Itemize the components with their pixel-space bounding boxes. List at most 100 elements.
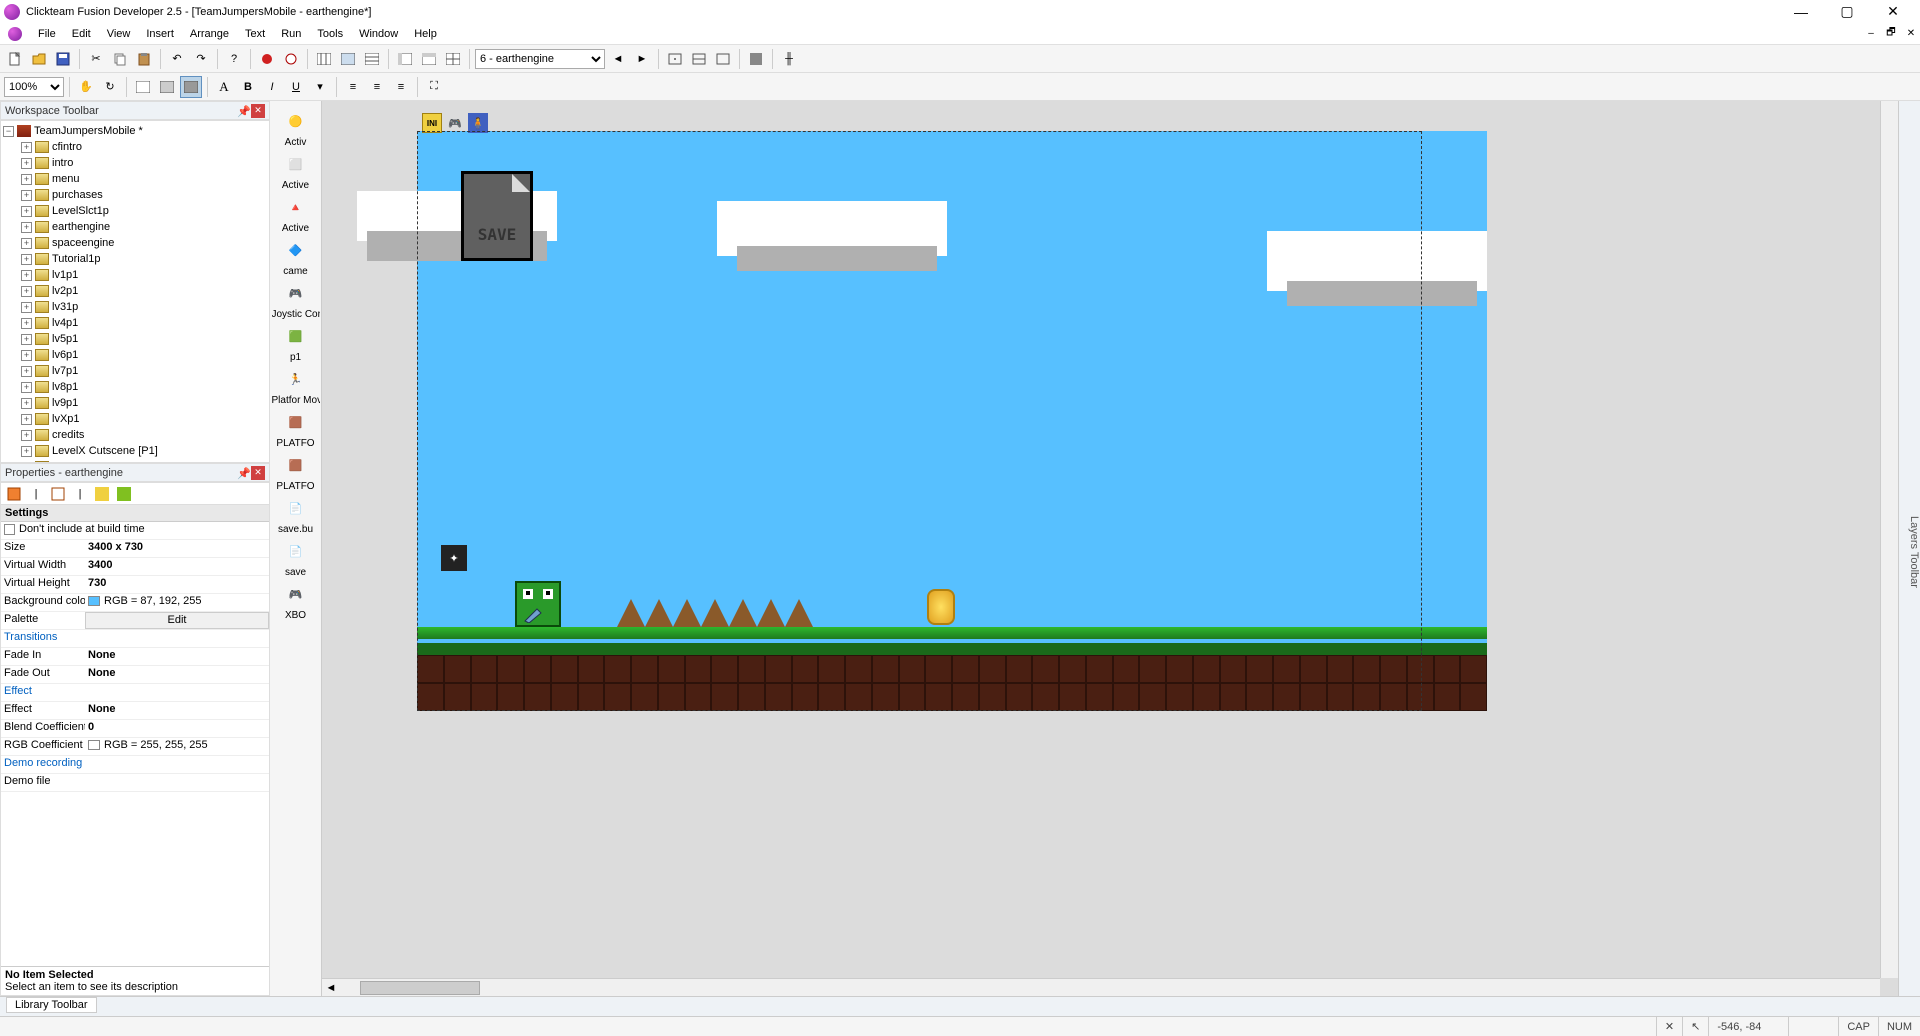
spike-object[interactable] — [645, 599, 673, 627]
align-left-button[interactable]: ≡ — [342, 76, 364, 98]
redo-button[interactable]: ↷ — [190, 48, 212, 70]
library-tab-label[interactable]: Library Toolbar — [6, 997, 97, 1013]
menu-view[interactable]: View — [99, 25, 139, 43]
object-strip-item[interactable]: 🔺Active — [276, 191, 316, 234]
hand-tool-button[interactable]: ✋ — [75, 76, 97, 98]
layer-3-button[interactable] — [180, 76, 202, 98]
save-button[interactable] — [52, 48, 74, 70]
menu-help[interactable]: Help — [406, 25, 445, 43]
tree-frame-item[interactable]: +earthengine — [3, 219, 267, 235]
prop-tab-html5[interactable] — [93, 485, 111, 503]
tree-frame-item[interactable]: +lv1p1 — [3, 267, 267, 283]
brick-row[interactable] — [417, 655, 1487, 683]
tree-frame-item[interactable]: +lv2p1 — [3, 283, 267, 299]
object-strip-item[interactable]: 📄save — [276, 535, 316, 578]
horizontal-scrollbar[interactable]: ◄ — [322, 978, 1880, 996]
object-strip-item[interactable]: 🏃Platfor Movem — [276, 363, 316, 406]
grass-top[interactable] — [417, 627, 1487, 639]
align-right-button[interactable]: ≡ — [390, 76, 412, 98]
gamepad-icon[interactable]: 🎮 — [445, 113, 465, 133]
mdi-restore-button[interactable]: 🗗 — [1882, 27, 1900, 41]
tree-frame-item[interactable]: +Tutorial1p — [3, 251, 267, 267]
expand-icon[interactable]: + — [21, 318, 32, 329]
menu-file[interactable]: File — [30, 25, 64, 43]
expand-icon[interactable]: + — [21, 222, 32, 233]
tree-frame-item[interactable]: +lv9p1 — [3, 395, 267, 411]
object-strip-item[interactable]: 🟩p1 — [276, 320, 316, 363]
spike-object[interactable] — [617, 599, 645, 627]
object-strip-item[interactable]: 🟫PLATFO — [276, 449, 316, 492]
center-frame-button[interactable] — [664, 48, 686, 70]
object-strip-item[interactable]: 📄save.bu — [276, 492, 316, 535]
expand-icon[interactable]: + — [21, 350, 32, 361]
event-editor-button[interactable] — [361, 48, 383, 70]
properties-close-button[interactable]: ✕ — [251, 466, 265, 480]
expand-icon[interactable]: + — [21, 254, 32, 265]
open-button[interactable] — [28, 48, 50, 70]
library-toolbar[interactable]: Library Toolbar — [0, 996, 1920, 1016]
mdi-close-button[interactable]: ✕ — [1902, 27, 1920, 41]
joystick-marker[interactable]: ✦ — [441, 545, 467, 571]
prop-tab-android[interactable] — [115, 485, 133, 503]
rgbc-value[interactable]: RGB = 255, 255, 255 — [85, 738, 269, 755]
sprite-icon[interactable]: 🧍 — [468, 113, 488, 133]
vheight-value[interactable]: 730 — [85, 576, 269, 593]
mdi-minimize-button[interactable]: – — [1862, 27, 1880, 41]
tree-frame-item[interactable]: +lv31p — [3, 299, 267, 315]
blend-value[interactable]: 0 — [85, 720, 269, 737]
object-strip-item[interactable]: 🎮XBO — [276, 578, 316, 621]
minimize-button[interactable]: — — [1778, 0, 1824, 23]
expand-icon[interactable]: + — [21, 174, 32, 185]
zoom-fit-button[interactable] — [688, 48, 710, 70]
spike-object[interactable] — [729, 599, 757, 627]
menu-tools[interactable]: Tools — [309, 25, 351, 43]
event-list-button[interactable] — [394, 48, 416, 70]
prop-tab-settings[interactable] — [5, 485, 23, 503]
close-button[interactable]: ✕ — [1870, 0, 1916, 23]
expand-icon[interactable]: + — [21, 238, 32, 249]
expand-icon[interactable]: + — [21, 366, 32, 377]
tree-frame-item[interactable]: +lv8p1 — [3, 379, 267, 395]
object-strip-item[interactable]: ⬜Active — [276, 148, 316, 191]
menu-window[interactable]: Window — [351, 25, 406, 43]
expand-icon[interactable]: + — [21, 398, 32, 409]
storyboard-editor-button[interactable] — [313, 48, 335, 70]
tree-frame-item[interactable]: +intro — [3, 155, 267, 171]
properties-body[interactable]: Settings Don't include at build time Siz… — [1, 505, 269, 966]
expand-icon[interactable]: + — [21, 446, 32, 457]
align-center-button[interactable]: ≡ — [366, 76, 388, 98]
grid-setup-button[interactable] — [442, 48, 464, 70]
tree-frame-item[interactable]: +menu — [3, 171, 267, 187]
frame-canvas[interactable]: INI 🎮 🧍 — [322, 101, 1898, 996]
tree-frame-item[interactable]: +lv6p1 — [3, 347, 267, 363]
demofile-value[interactable] — [85, 774, 269, 791]
spike-object[interactable] — [757, 599, 785, 627]
tree-frame-item[interactable]: +LevelSlct1p — [3, 203, 267, 219]
effect-value[interactable]: None — [85, 702, 269, 719]
tree-frame-item[interactable]: +purchases — [3, 187, 267, 203]
close-panel-icon[interactable]: ✕ — [1656, 1017, 1682, 1036]
expand-icon[interactable]: − — [3, 126, 14, 137]
cut-button[interactable]: ✂ — [85, 48, 107, 70]
copy-button[interactable] — [109, 48, 131, 70]
tree-frame-item[interactable]: +credits — [3, 427, 267, 443]
spike-object[interactable] — [785, 599, 813, 627]
snap-button[interactable]: ╫ — [778, 48, 800, 70]
layer-2-button[interactable] — [156, 76, 178, 98]
font-picker-button[interactable]: A — [213, 76, 235, 98]
menu-insert[interactable]: Insert — [138, 25, 182, 43]
layer-1-button[interactable] — [132, 76, 154, 98]
menu-arrange[interactable]: Arrange — [182, 25, 237, 43]
new-button[interactable] — [4, 48, 26, 70]
frame-area[interactable]: INI 🎮 🧍 — [417, 131, 1487, 711]
object-strip-item[interactable]: 🟫PLATFO — [276, 406, 316, 449]
underline-button[interactable]: U — [285, 76, 307, 98]
data-elements-button[interactable] — [418, 48, 440, 70]
tree-frame-item[interactable]: +spaceengine — [3, 235, 267, 251]
scroll-thumb[interactable] — [360, 981, 480, 995]
fadein-value[interactable]: None — [85, 648, 269, 665]
tree-frame-item[interactable]: +lv5p1 — [3, 331, 267, 347]
bgcolor-value[interactable]: RGB = 87, 192, 255 — [85, 594, 269, 611]
frame-selector[interactable]: 6 - earthengine — [475, 49, 605, 69]
contents-button[interactable]: ? — [223, 48, 245, 70]
